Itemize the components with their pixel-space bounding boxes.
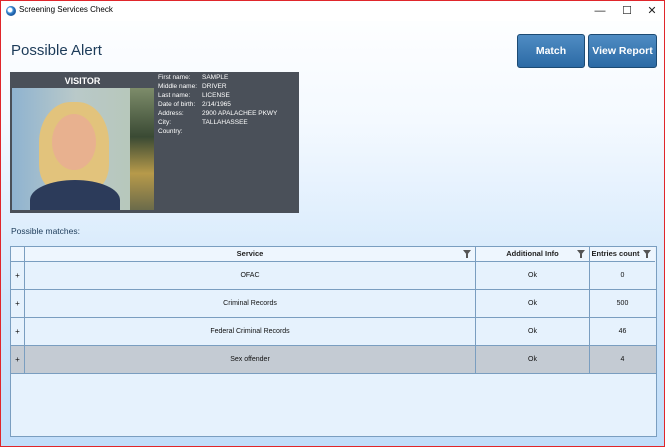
app-icon: [6, 6, 16, 16]
view-report-button[interactable]: View Report: [588, 34, 657, 68]
city-row: City: TALLAHASSEE: [158, 118, 298, 127]
dob-row: Date of birth: 2/14/1965: [158, 100, 298, 109]
country-row: Country:: [158, 127, 298, 136]
expand-icon[interactable]: +: [11, 318, 25, 345]
license-stripe: [130, 88, 154, 210]
field-key: Address:: [158, 110, 184, 117]
visitor-label: VISITOR: [64, 76, 101, 86]
info-cell: Ok: [476, 346, 590, 373]
field-value: SAMPLE: [202, 74, 229, 81]
possible-matches-label: Possible matches:: [11, 226, 80, 236]
field-value: DRIVER: [202, 83, 227, 90]
service-cell: Sex offender: [25, 346, 476, 373]
window-title: Screening Services Check: [19, 5, 113, 14]
filter-icon[interactable]: [463, 250, 471, 258]
close-icon[interactable]: ✕: [638, 1, 664, 21]
entries-count-column-header[interactable]: Entries count: [590, 247, 655, 262]
service-cell: OFAC: [25, 262, 476, 289]
service-cell: Federal Criminal Records: [25, 318, 476, 345]
field-key: First name:: [158, 74, 191, 81]
column-title: Entries count: [591, 249, 640, 258]
matches-table: Service Additional Info Entries count + …: [10, 246, 657, 437]
filter-icon[interactable]: [577, 250, 585, 258]
field-value: 2900 APALACHEE PKWY: [202, 110, 278, 117]
minimize-icon[interactable]: —: [586, 1, 614, 21]
address-row: Address: 2900 APALACHEE PKWY: [158, 109, 298, 118]
count-cell: 500: [616, 300, 629, 307]
maximize-icon[interactable]: ☐: [613, 1, 641, 21]
field-key: Country:: [158, 128, 183, 135]
service-cell: Criminal Records: [25, 290, 476, 317]
page-title: Possible Alert: [11, 42, 102, 59]
expand-icon[interactable]: +: [11, 290, 25, 317]
field-value: TALLAHASSEE: [202, 119, 248, 126]
count-cell: 0: [620, 272, 625, 279]
visitor-card: VISITOR First name: SAMPLE Middle name: DR…: [10, 72, 299, 213]
expand-icon[interactable]: +: [11, 346, 25, 373]
field-key: Middle name:: [158, 83, 198, 90]
expand-icon[interactable]: +: [11, 262, 25, 289]
filter-icon[interactable]: [643, 250, 651, 258]
info-cell: Ok: [476, 318, 590, 345]
table-row[interactable]: + Criminal Records Ok 500: [11, 290, 656, 318]
table-row-selected[interactable]: + Sex offender Ok 4: [11, 346, 656, 374]
additional-info-column-header[interactable]: Additional Info: [476, 247, 590, 262]
middle-name-row: Middle name: DRIVER: [158, 82, 298, 91]
service-column-header[interactable]: Service: [25, 247, 476, 262]
count-cell: 46: [618, 328, 627, 335]
photo-shoulders: [30, 180, 120, 210]
field-value: LICENSE: [202, 92, 230, 99]
photo-face: [52, 114, 96, 170]
table-row[interactable]: + Federal Criminal Records Ok 46: [11, 318, 656, 346]
count-cell: 4: [620, 356, 625, 363]
expand-column-header: [11, 247, 25, 262]
info-cell: Ok: [476, 262, 590, 289]
column-title: Additional Info: [506, 249, 559, 258]
info-cell: Ok: [476, 290, 590, 317]
field-key: City:: [158, 119, 171, 126]
table-row[interactable]: + OFAC Ok 0: [11, 262, 656, 290]
column-title: Service: [236, 249, 264, 258]
match-button[interactable]: Match: [517, 34, 585, 68]
title-bar: Screening Services Check — ☐ ✕: [1, 1, 664, 21]
first-name-row: First name: SAMPLE: [158, 73, 298, 82]
field-key: Last name:: [158, 92, 191, 99]
field-key: Date of birth:: [158, 101, 196, 108]
visitor-photo: [12, 88, 154, 210]
field-value: 2/14/1965: [202, 101, 231, 108]
app-window: Screening Services Check — ☐ ✕ Possible …: [0, 0, 665, 447]
last-name-row: Last name: LICENSE: [158, 91, 298, 100]
